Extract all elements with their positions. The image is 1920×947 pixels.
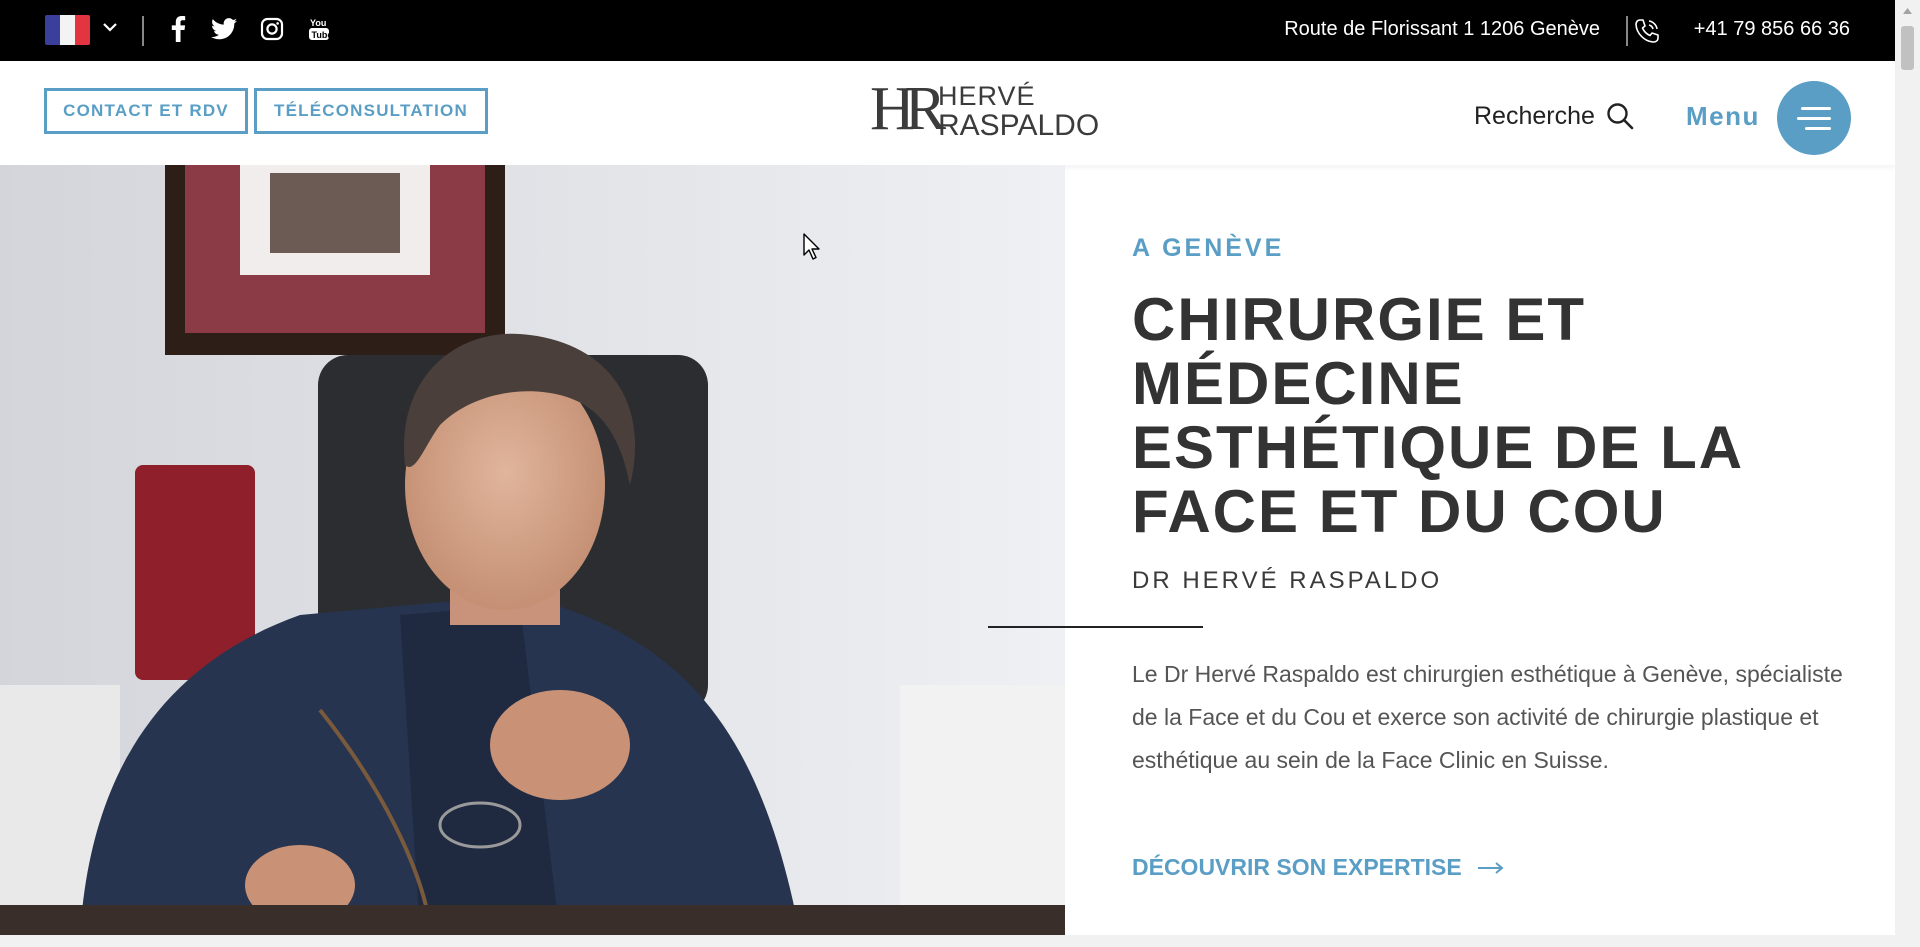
search-button[interactable]: Recherche bbox=[1474, 101, 1635, 131]
horizontal-scrollbar[interactable] bbox=[0, 935, 1895, 947]
logo-name-first: HERVÉ bbox=[938, 81, 1036, 111]
language-flag-icon[interactable] bbox=[45, 15, 90, 45]
cta-label: DÉCOUVRIR SON EXPERTISE bbox=[1132, 854, 1462, 880]
svg-text:You: You bbox=[310, 18, 326, 28]
top-bar: You Tube Route de Florissant 1 1206 Genè… bbox=[0, 0, 1895, 61]
logo-name-last: RASPALDO bbox=[938, 109, 1100, 142]
chevron-down-icon[interactable] bbox=[100, 17, 120, 37]
page: You Tube Route de Florissant 1 1206 Genè… bbox=[0, 0, 1895, 947]
divider-line bbox=[988, 626, 1203, 628]
doctor-portrait-image bbox=[0, 165, 1065, 935]
vertical-scrollbar[interactable] bbox=[1895, 0, 1920, 947]
teleconsultation-button[interactable]: TÉLÉCONSULTATION bbox=[254, 88, 488, 134]
address-text: Route de Florissant 1 1206 Genève bbox=[1284, 18, 1600, 40]
instagram-icon[interactable] bbox=[258, 14, 286, 44]
divider bbox=[142, 16, 144, 46]
menu-label[interactable]: Menu bbox=[1686, 101, 1760, 132]
menu-button[interactable] bbox=[1777, 81, 1851, 155]
search-icon bbox=[1607, 103, 1634, 130]
svg-text:Tube: Tube bbox=[312, 30, 331, 40]
phone-link[interactable]: +41 79 856 66 36 bbox=[1694, 18, 1850, 41]
hero-title: CHIRURGIE ET MÉDECINE ESTHÉTIQUE DE LA F… bbox=[1132, 286, 1742, 545]
site-header: CONTACT ET RDV TÉLÉCONSULTATION HR HERVÉ… bbox=[0, 61, 1895, 165]
divider bbox=[1626, 16, 1628, 46]
hamburger-line bbox=[1797, 117, 1831, 120]
hero-photo bbox=[0, 165, 1065, 935]
hamburger-line bbox=[1805, 127, 1831, 130]
mouse-cursor-icon bbox=[803, 233, 820, 260]
arrow-right-icon bbox=[1477, 861, 1504, 874]
hamburger-line bbox=[1801, 107, 1831, 110]
twitter-icon[interactable] bbox=[210, 14, 238, 44]
scroll-up-arrow-icon[interactable] bbox=[1895, 0, 1920, 22]
contact-rdv-button[interactable]: CONTACT ET RDV bbox=[44, 88, 248, 134]
hero-description: Le Dr Hervé Raspaldo est chirurgien esth… bbox=[1132, 661, 1843, 773]
youtube-icon[interactable]: You Tube bbox=[305, 14, 333, 44]
hero-kicker: A GENÈVE bbox=[1132, 234, 1285, 262]
facebook-icon[interactable] bbox=[164, 14, 192, 44]
scrollbar-thumb[interactable] bbox=[1901, 26, 1914, 70]
search-label: Recherche bbox=[1474, 101, 1595, 130]
logo-monogram: HR bbox=[870, 75, 946, 143]
discover-expertise-link[interactable]: DÉCOUVRIR SON EXPERTISE bbox=[1132, 854, 1506, 881]
site-logo[interactable]: HR HERVÉ RASPALDO bbox=[870, 75, 1099, 143]
hero-subtitle: DR HERVÉ RASPALDO bbox=[1132, 567, 1443, 594]
phone-icon[interactable] bbox=[1632, 16, 1662, 46]
